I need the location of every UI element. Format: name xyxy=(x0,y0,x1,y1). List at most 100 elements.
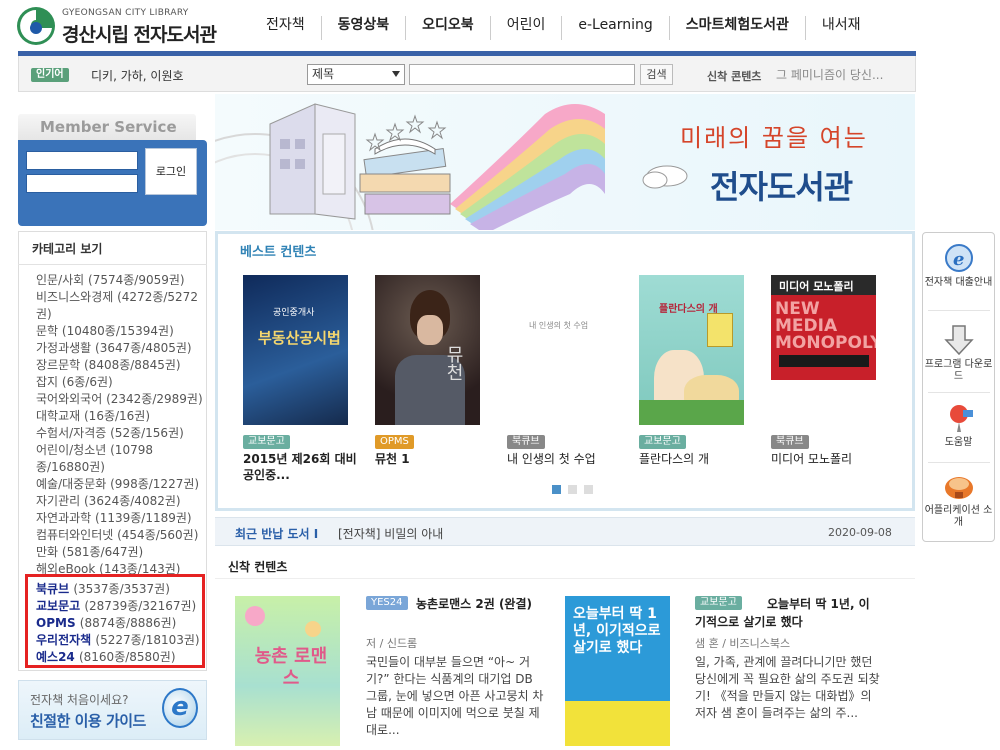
category-item[interactable]: 문학 (10480종/15394권) xyxy=(36,323,204,340)
book-title: 뮤천 1 xyxy=(375,452,410,466)
provider-badge: 북큐브 xyxy=(771,435,809,449)
new-item-1-cover[interactable]: 농촌 로맨스 xyxy=(235,596,340,746)
cover-title: 농촌 로맨스 xyxy=(254,646,328,689)
book-title: 2015년 제26회 대비 공인중... xyxy=(243,452,357,482)
category-divider xyxy=(18,264,207,265)
main-nav: 전자책 동영상북 오디오북 어린이 e-Learning 스마트체험도서관 내서… xyxy=(250,16,876,40)
book-title: 플란다스의 개 xyxy=(639,452,710,466)
quick-app-intro[interactable]: 어플리케이션 소개 xyxy=(922,470,995,529)
cover-stripe xyxy=(779,355,869,367)
app-icon xyxy=(941,470,977,502)
book-cover: 공인중개사 부동산공시법 xyxy=(243,275,348,425)
category-item[interactable]: 인문/사회 (7574종/9059권) xyxy=(36,272,204,289)
quick-divider xyxy=(928,462,990,463)
site-logo[interactable]: GYEONGSAN CITY LIBRARY 경산시립 전자도서관 xyxy=(16,6,231,46)
category-count: (3624종/4082권) xyxy=(84,494,181,508)
provider-badge: OPMS xyxy=(375,435,414,449)
category-title: 카테고리 보기 xyxy=(32,242,103,256)
guide-title: 친절한 이용 가이드 xyxy=(30,712,146,730)
login-button[interactable]: 로그인 xyxy=(145,148,197,195)
pager-dot[interactable] xyxy=(584,485,593,494)
category-item[interactable]: 대학교재 (16종/16권) xyxy=(36,408,204,425)
banner-tagline: 미래의 꿈을 여는 xyxy=(680,124,868,152)
category-count: (998종/1227권) xyxy=(110,477,200,491)
category-name: 대학교재 xyxy=(36,409,81,423)
category-name: 자기관리 xyxy=(36,494,81,508)
guide-subtitle: 전자책 처음이세요? xyxy=(30,693,129,707)
popular-keywords-badge: 인기어 xyxy=(31,68,69,82)
quick-help[interactable]: 도움말 xyxy=(922,402,995,449)
password-input[interactable] xyxy=(26,174,138,193)
category-item[interactable]: 국어와외국어 (2342종/2989권) xyxy=(36,391,204,408)
book-title: 미디어 모노폴리 xyxy=(771,452,853,466)
category-item[interactable]: 예술/대중문화 (998종/1227권) xyxy=(36,476,204,493)
search-button[interactable]: 검색 xyxy=(640,64,673,85)
cover-subtitle: 공인중개사 xyxy=(273,308,315,318)
category-item[interactable]: 수험서/자격증 (52종/156권) xyxy=(36,425,204,442)
nav-videobook[interactable]: 동영상북 xyxy=(320,16,406,40)
category-count: (6종/6권) xyxy=(61,375,113,389)
member-service-title: Member Service xyxy=(40,118,177,136)
nav-smart-library[interactable]: 스마트체험도서관 xyxy=(668,16,805,40)
cover-flower xyxy=(245,606,265,626)
carousel-pager xyxy=(552,485,602,495)
new-contents-label: 신착 콘텐츠 xyxy=(707,70,762,83)
category-item[interactable]: 어린이/청소년 (10798종/16880권) xyxy=(36,442,204,476)
category-count: (1139종/1189권) xyxy=(95,511,192,525)
cover-grass xyxy=(639,400,744,425)
cover-title: 내 인생의 첫 수업 xyxy=(529,321,589,330)
new-item-2-title[interactable]: 오늘부터 딱 1년, 이기적으로 살기로 했다 xyxy=(695,595,875,631)
new-item-2-cover[interactable]: 오늘부터 딱 1년, 이기적으로 살기로 했다 xyxy=(565,596,670,746)
nav-audiobook[interactable]: 오디오북 xyxy=(405,16,490,40)
search-field-value: 제목 xyxy=(312,67,335,81)
category-name: 만화 xyxy=(36,545,59,559)
logo-title: 경산시립 전자도서관 xyxy=(62,24,217,46)
category-item[interactable]: 잡지 (6종/6권) xyxy=(36,374,204,391)
pager-dot[interactable] xyxy=(568,485,577,494)
category-count: (3647종/4805권) xyxy=(95,341,192,355)
category-count: (7574종/9059권) xyxy=(88,273,185,287)
search-input[interactable] xyxy=(409,64,635,85)
new-item-1-author: 저 / 신드롬 xyxy=(366,637,418,650)
pager-dot-active[interactable] xyxy=(552,485,561,494)
quick-loan-guide[interactable]: e 전자책 대출안내 xyxy=(922,242,995,289)
category-name: 인문/사회 xyxy=(36,273,85,287)
category-item[interactable]: 비즈니스와경제 (4272종/5272권) xyxy=(36,289,204,323)
category-item[interactable]: 만화 (581종/647권) xyxy=(36,544,204,561)
new-contents-ticker[interactable]: 그 페미니즘이 당신... xyxy=(776,66,883,83)
category-name: 가정과생활 xyxy=(36,341,92,355)
category-count: (16종/16권) xyxy=(84,409,151,423)
svg-text:e: e xyxy=(953,249,964,270)
logo-subtitle: GYEONGSAN CITY LIBRARY xyxy=(62,8,189,18)
user-id-input[interactable] xyxy=(26,151,138,170)
quick-program-download[interactable]: 프로그램 다운로드 xyxy=(922,324,995,383)
new-contents-divider xyxy=(215,578,915,579)
nav-ebook[interactable]: 전자책 xyxy=(250,16,321,40)
quick-divider xyxy=(928,310,990,311)
new-item-1-title[interactable]: 농촌로맨스 2권 (완결) xyxy=(366,595,546,613)
ie-e-icon: e xyxy=(162,688,198,728)
category-count: (8408종/8845권) xyxy=(84,358,181,372)
category-item[interactable]: 자기관리 (3624종/4082권) xyxy=(36,493,204,510)
recent-return-item[interactable]: [전자책] 비밀의 아내 xyxy=(338,525,443,542)
nav-my-library[interactable]: 내서재 xyxy=(804,16,877,40)
new-contents-title: 신착 컨텐츠 xyxy=(228,560,288,574)
cover-yellow-band xyxy=(565,701,670,746)
search-field-select[interactable]: 제목 xyxy=(307,64,405,85)
category-item[interactable]: 컴퓨터와인터넷 (454종/560권) xyxy=(36,527,204,544)
category-count: (52종/156권) xyxy=(110,426,184,440)
category-item[interactable]: 자연과과학 (1139종/1189권) xyxy=(36,510,204,527)
category-name: 어린이/청소년 xyxy=(36,443,107,457)
nav-elearning[interactable]: e-Learning xyxy=(561,16,668,40)
popular-keywords[interactable]: 디키, 가하, 이원호 xyxy=(91,67,184,84)
nav-kids[interactable]: 어린이 xyxy=(489,16,562,40)
category-item[interactable]: 장르문학 (8408종/8845권) xyxy=(36,357,204,374)
recent-return-date: 2020-09-08 xyxy=(828,526,892,539)
category-name: 자연과과학 xyxy=(36,511,92,525)
category-item[interactable]: 가정과생활 (3647종/4805권) xyxy=(36,340,204,357)
cover-book-inset xyxy=(707,313,733,347)
main-banner[interactable]: 미래의 꿈을 여는 전자도서관 xyxy=(215,94,915,230)
help-pin-icon xyxy=(941,402,977,434)
category-name: 잡지 xyxy=(36,375,59,389)
category-name: 문학 xyxy=(36,324,59,338)
